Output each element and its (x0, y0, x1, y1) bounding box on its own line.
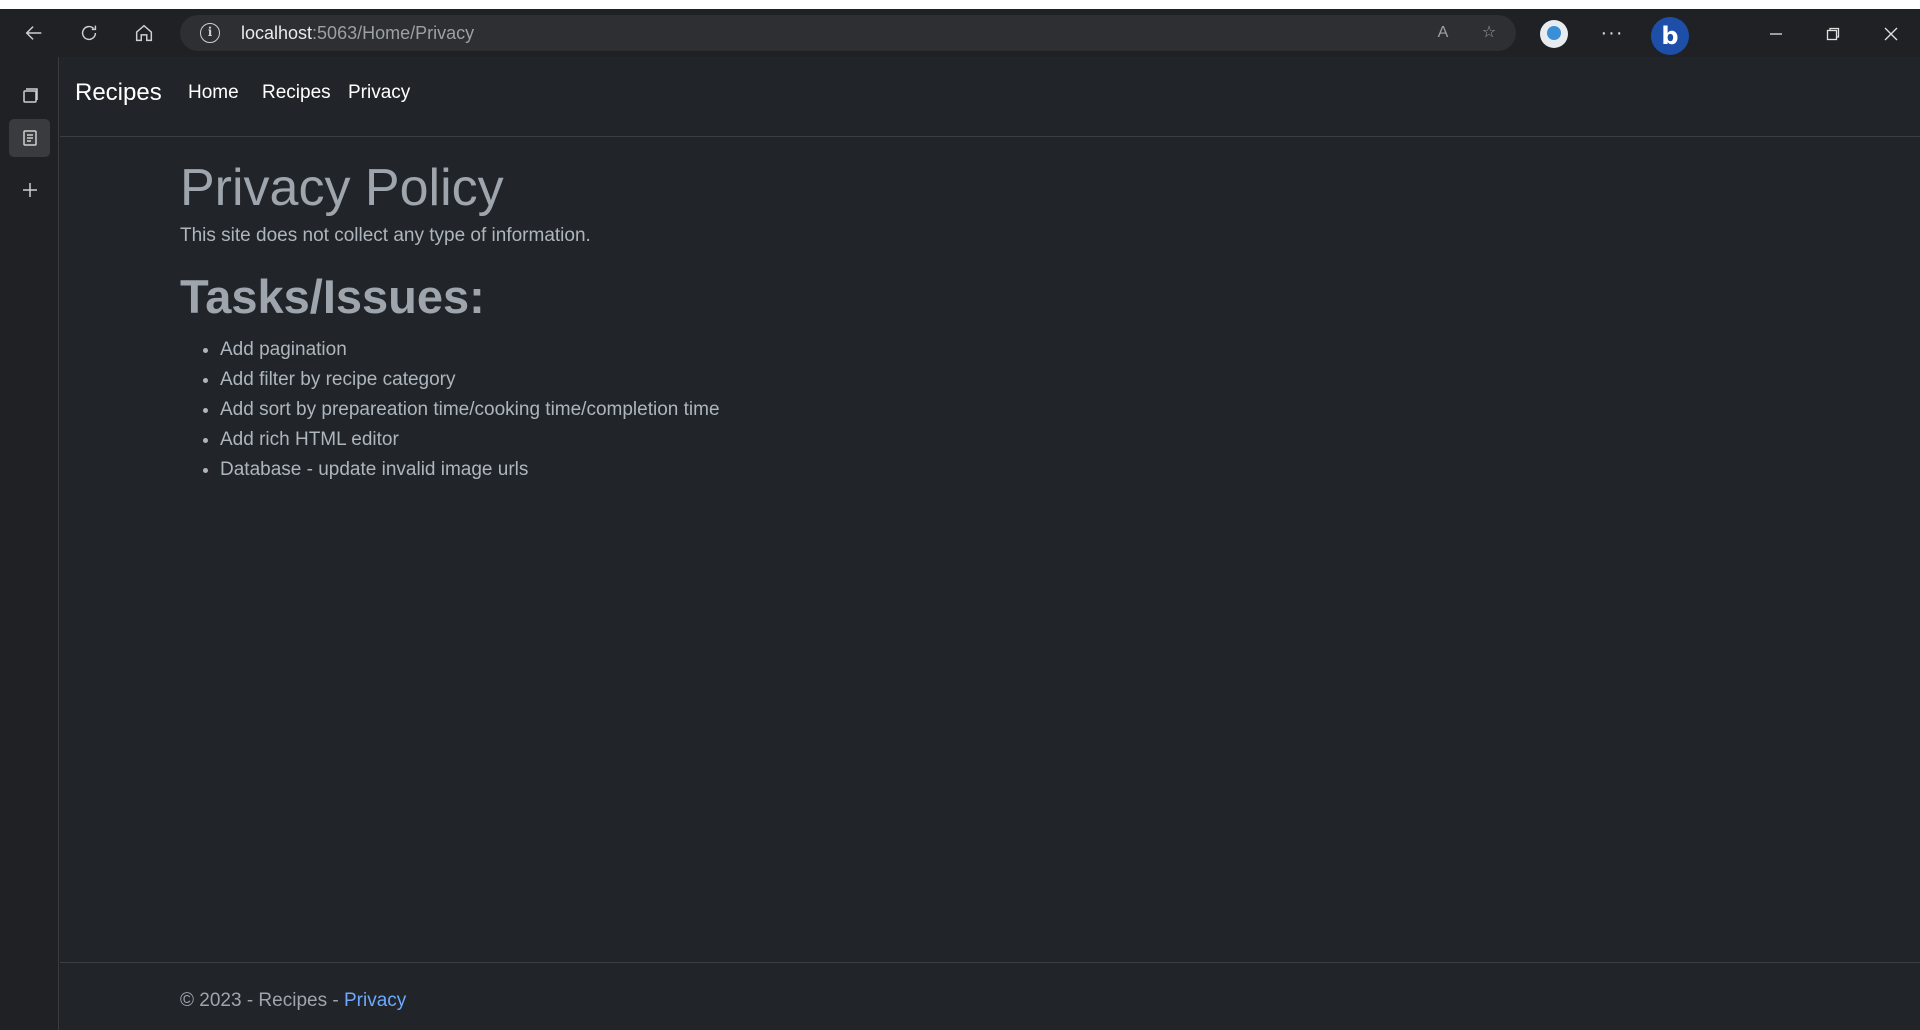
tab-actions-icon[interactable] (9, 77, 50, 115)
nav-link-recipes[interactable]: Recipes (262, 82, 331, 104)
more-options-icon[interactable]: ··· (1592, 16, 1632, 50)
page-viewport: Recipes Home Recipes Privacy Privacy Pol… (60, 57, 1920, 1030)
list-item: Database - update invalid image urls (220, 455, 1780, 485)
privacy-statement: This site does not collect any type of i… (180, 225, 591, 246)
browser-window: i localhost:5063/Home/Privacy A ☆ ··· b (0, 9, 1920, 1030)
close-icon[interactable] (1874, 19, 1908, 49)
list-item: Add rich HTML editor (220, 425, 1780, 455)
url-host: localhost (241, 23, 313, 43)
profile-avatar[interactable] (1540, 20, 1568, 48)
tasks-heading: Tasks/Issues: (180, 270, 485, 323)
url-text[interactable]: localhost:5063/Home/Privacy (241, 23, 474, 44)
footer-text: © 2023 - Recipes - Privacy (180, 990, 406, 1012)
navbar-brand[interactable]: Recipes (75, 79, 162, 107)
new-tab-icon[interactable] (9, 171, 50, 209)
list-item: Add sort by prepareation time/cooking ti… (220, 395, 1780, 425)
footer-privacy-link[interactable]: Privacy (344, 990, 406, 1011)
site-navbar: Recipes Home Recipes Privacy (60, 57, 1920, 137)
page-title: Privacy Policy (180, 159, 504, 217)
active-tab-icon[interactable] (9, 119, 50, 157)
read-aloud-icon[interactable]: A (1430, 21, 1456, 45)
copilot-label: b (1661, 22, 1679, 50)
add-favorite-icon[interactable]: ☆ (1476, 21, 1502, 45)
tasks-list: Add pagination Add filter by recipe cate… (180, 335, 1780, 485)
home-icon[interactable] (124, 16, 164, 50)
back-icon[interactable] (14, 16, 54, 50)
refresh-icon[interactable] (69, 16, 109, 50)
copyright-text: © 2023 - Recipes - (180, 990, 344, 1011)
main-content: Privacy Policy This site does not collec… (180, 157, 1780, 485)
nav-link-privacy[interactable]: Privacy (348, 82, 410, 104)
site-footer: © 2023 - Recipes - Privacy (60, 962, 1920, 1030)
site-info-icon[interactable]: i (200, 23, 220, 43)
browser-toolbar: i localhost:5063/Home/Privacy A ☆ ··· b (0, 9, 1920, 57)
list-item: Add filter by recipe category (220, 365, 1780, 395)
minimize-icon[interactable] (1759, 19, 1793, 49)
list-item: Add pagination (220, 335, 1780, 365)
address-bar[interactable]: i localhost:5063/Home/Privacy A ☆ (180, 15, 1516, 51)
nav-link-home[interactable]: Home (188, 82, 239, 104)
url-path: :5063/Home/Privacy (312, 23, 475, 43)
copilot-icon[interactable]: b (1651, 17, 1689, 55)
vertical-tab-strip (0, 57, 59, 1030)
restore-icon[interactable] (1816, 19, 1850, 49)
